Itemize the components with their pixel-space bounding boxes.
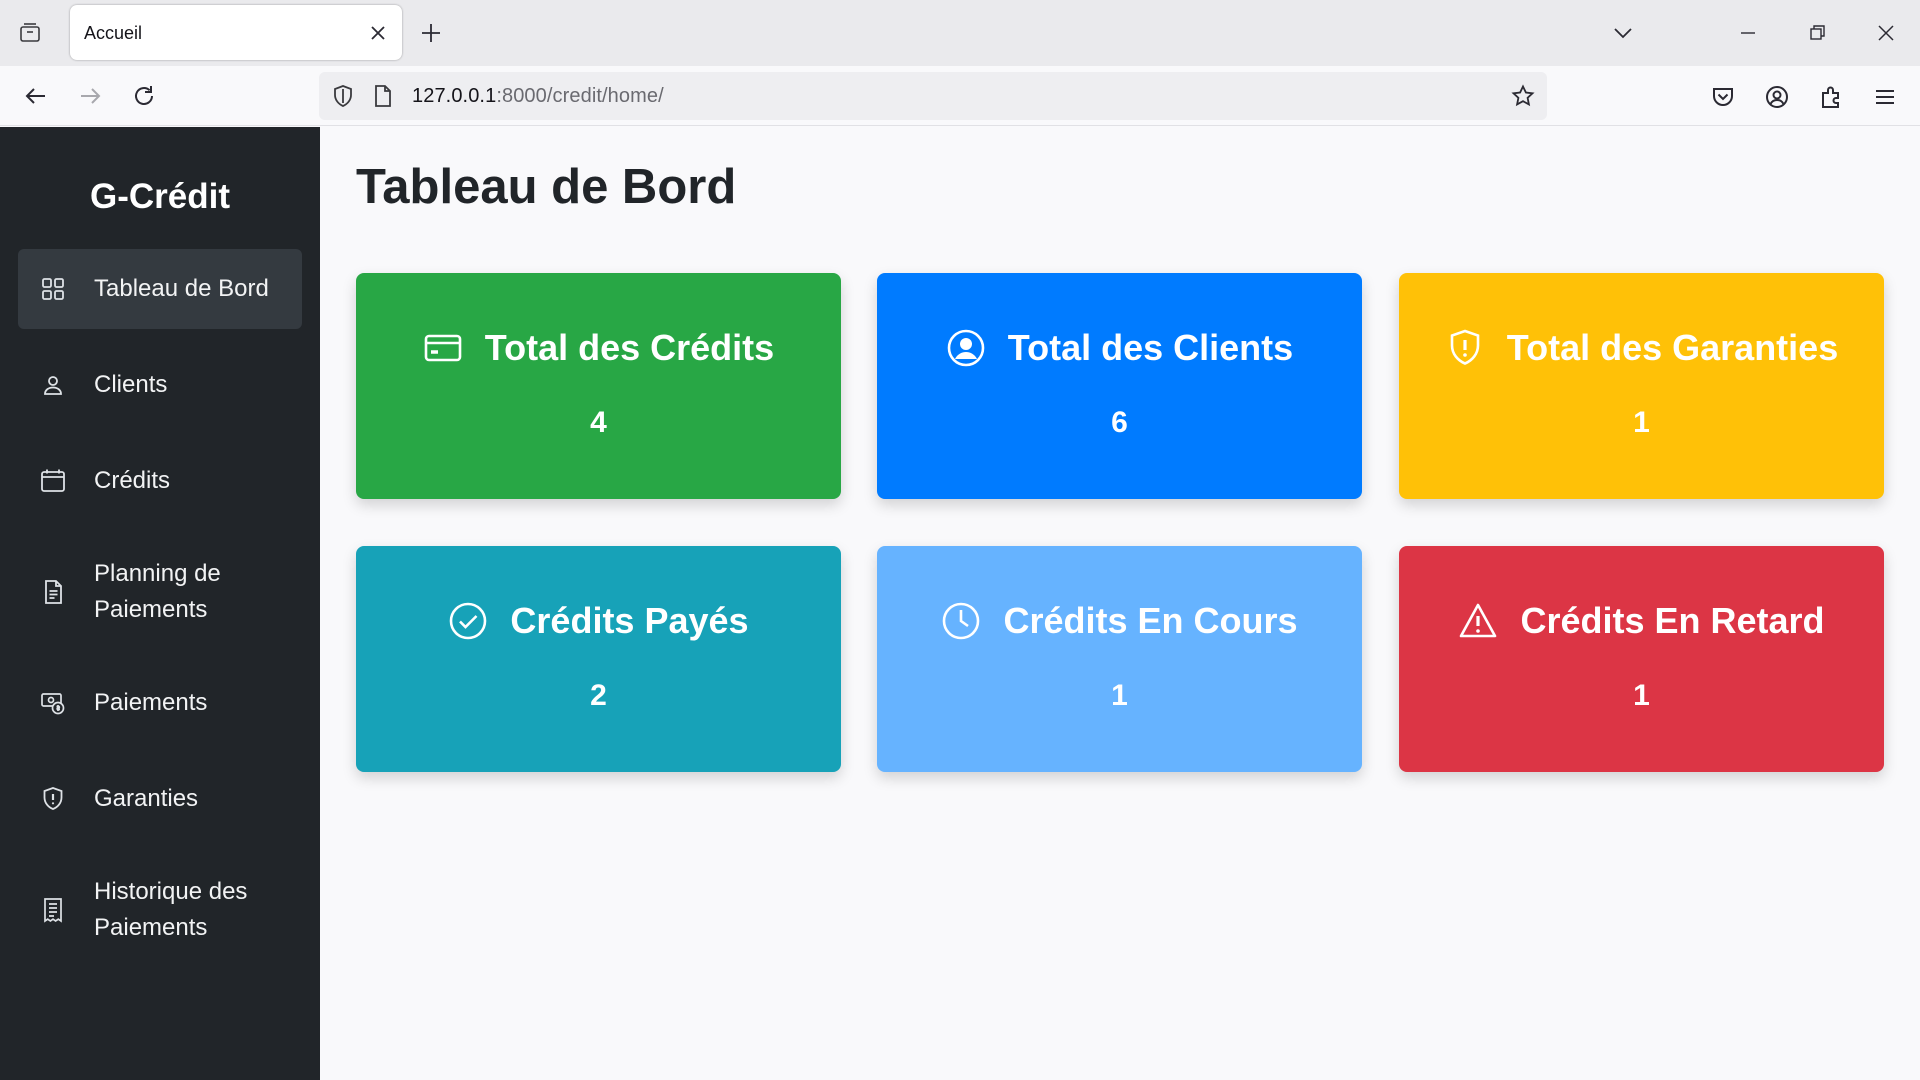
- sidebar-item-credits[interactable]: Crédits: [18, 441, 302, 521]
- card-value: 4: [590, 406, 607, 439]
- card-total-clients[interactable]: Total des Clients 6: [877, 273, 1362, 499]
- clock-icon: [941, 601, 981, 641]
- card-title: Total des Crédits: [484, 327, 775, 368]
- url-host: 127.0.0.1: [412, 85, 497, 107]
- browser-tab-bar: Accueil: [0, 0, 1920, 66]
- tab-overflow-chevron-down-icon[interactable]: [1612, 22, 1634, 44]
- sidebar-item-label: Historique des Paiements: [94, 878, 248, 941]
- document-icon: [40, 579, 66, 605]
- sidebar-item-label: Garanties: [94, 785, 199, 812]
- sidebar-item-planning-de-paiements[interactable]: Planning de Paiements: [18, 537, 302, 647]
- restore-icon[interactable]: [1806, 22, 1828, 44]
- bookmark-star-icon[interactable]: [1511, 84, 1535, 108]
- reload-icon[interactable]: [131, 83, 157, 109]
- sidebar: G-Crédit Tableau de Bord Clients Crédits…: [0, 127, 320, 1080]
- sidebar-item-historique-des-paiements[interactable]: Historique des Paiements: [18, 855, 302, 965]
- sidebar-item-garanties[interactable]: Garanties: [18, 759, 302, 839]
- extensions-puzzle-icon[interactable]: [1818, 84, 1844, 110]
- check-circle-icon: [448, 601, 488, 641]
- sidebar-item-label: Paiements: [94, 689, 208, 716]
- card-title: Total des Clients: [1007, 327, 1294, 368]
- browser-nav-bar: 127.0.0.1:8000/credit/home/: [0, 66, 1920, 126]
- sidebar-item-clients[interactable]: Clients: [18, 345, 302, 425]
- sidebar-item-label: Tableau de Bord: [94, 275, 269, 302]
- card-title: Crédits Payés: [510, 600, 749, 641]
- url-text[interactable]: 127.0.0.1:8000/credit/home/: [412, 85, 664, 108]
- card-total-credits[interactable]: Total des Crédits 4: [356, 273, 841, 499]
- back-arrow-icon[interactable]: [23, 83, 49, 109]
- card-value: 2: [590, 679, 607, 712]
- forward-arrow-icon[interactable]: [77, 83, 103, 109]
- credit-card-icon: [423, 328, 463, 368]
- tracking-protection-shield-icon[interactable]: [331, 84, 355, 108]
- calendar-icon: [40, 468, 66, 494]
- card-title: Crédits En Cours: [1003, 600, 1298, 641]
- card-value: 1: [1633, 679, 1650, 712]
- close-tab-icon[interactable]: [368, 23, 388, 43]
- brand-title: G-Crédit: [90, 177, 230, 216]
- page-info-icon[interactable]: [372, 84, 394, 108]
- new-tab-plus-icon[interactable]: [420, 22, 442, 44]
- person-icon: [40, 372, 66, 398]
- cash-coin-icon: [40, 690, 66, 716]
- receipt-icon: [40, 897, 66, 923]
- sidebar-item-label: Planning de Paiements: [94, 560, 221, 623]
- close-window-icon[interactable]: [1875, 22, 1897, 44]
- person-circle-icon: [946, 328, 986, 368]
- minimize-icon[interactable]: [1737, 22, 1759, 44]
- sidebar-item-label: Crédits: [94, 467, 171, 494]
- card-title: Crédits En Retard: [1520, 600, 1825, 641]
- card-credits-en-retard[interactable]: Crédits En Retard 1: [1399, 546, 1884, 772]
- url-path: :8000/credit/home/: [496, 85, 664, 107]
- card-credits-payes[interactable]: Crédits Payés 2: [356, 546, 841, 772]
- main-content: Tableau de Bord Total des Crédits 4 Tota…: [320, 127, 1920, 1080]
- card-title: Total des Garanties: [1506, 327, 1839, 368]
- card-total-garanties[interactable]: Total des Garanties 1: [1399, 273, 1884, 499]
- shield-exclamation-icon: [1445, 328, 1485, 368]
- card-value: 1: [1111, 679, 1128, 712]
- shield-icon: [40, 786, 66, 812]
- menu-hamburger-icon[interactable]: [1872, 84, 1898, 110]
- sidebar-item-paiements[interactable]: Paiements: [18, 663, 302, 743]
- card-credits-en-cours[interactable]: Crédits En Cours 1: [877, 546, 1362, 772]
- tab-list-icon[interactable]: [14, 19, 46, 47]
- tab-title: Accueil: [84, 23, 143, 43]
- warning-triangle-icon: [1458, 601, 1498, 641]
- card-value: 1: [1633, 406, 1650, 439]
- page-title: Tableau de Bord: [356, 160, 737, 214]
- card-value: 6: [1111, 406, 1128, 439]
- browser-tab[interactable]: Accueil: [70, 5, 402, 60]
- pocket-icon[interactable]: [1710, 84, 1736, 110]
- account-icon[interactable]: [1764, 84, 1790, 110]
- grid-icon: [40, 276, 66, 302]
- sidebar-item-tableau-de-bord[interactable]: Tableau de Bord: [18, 249, 302, 329]
- sidebar-item-label: Clients: [94, 371, 168, 398]
- address-bar[interactable]: 127.0.0.1:8000/credit/home/: [319, 72, 1547, 120]
